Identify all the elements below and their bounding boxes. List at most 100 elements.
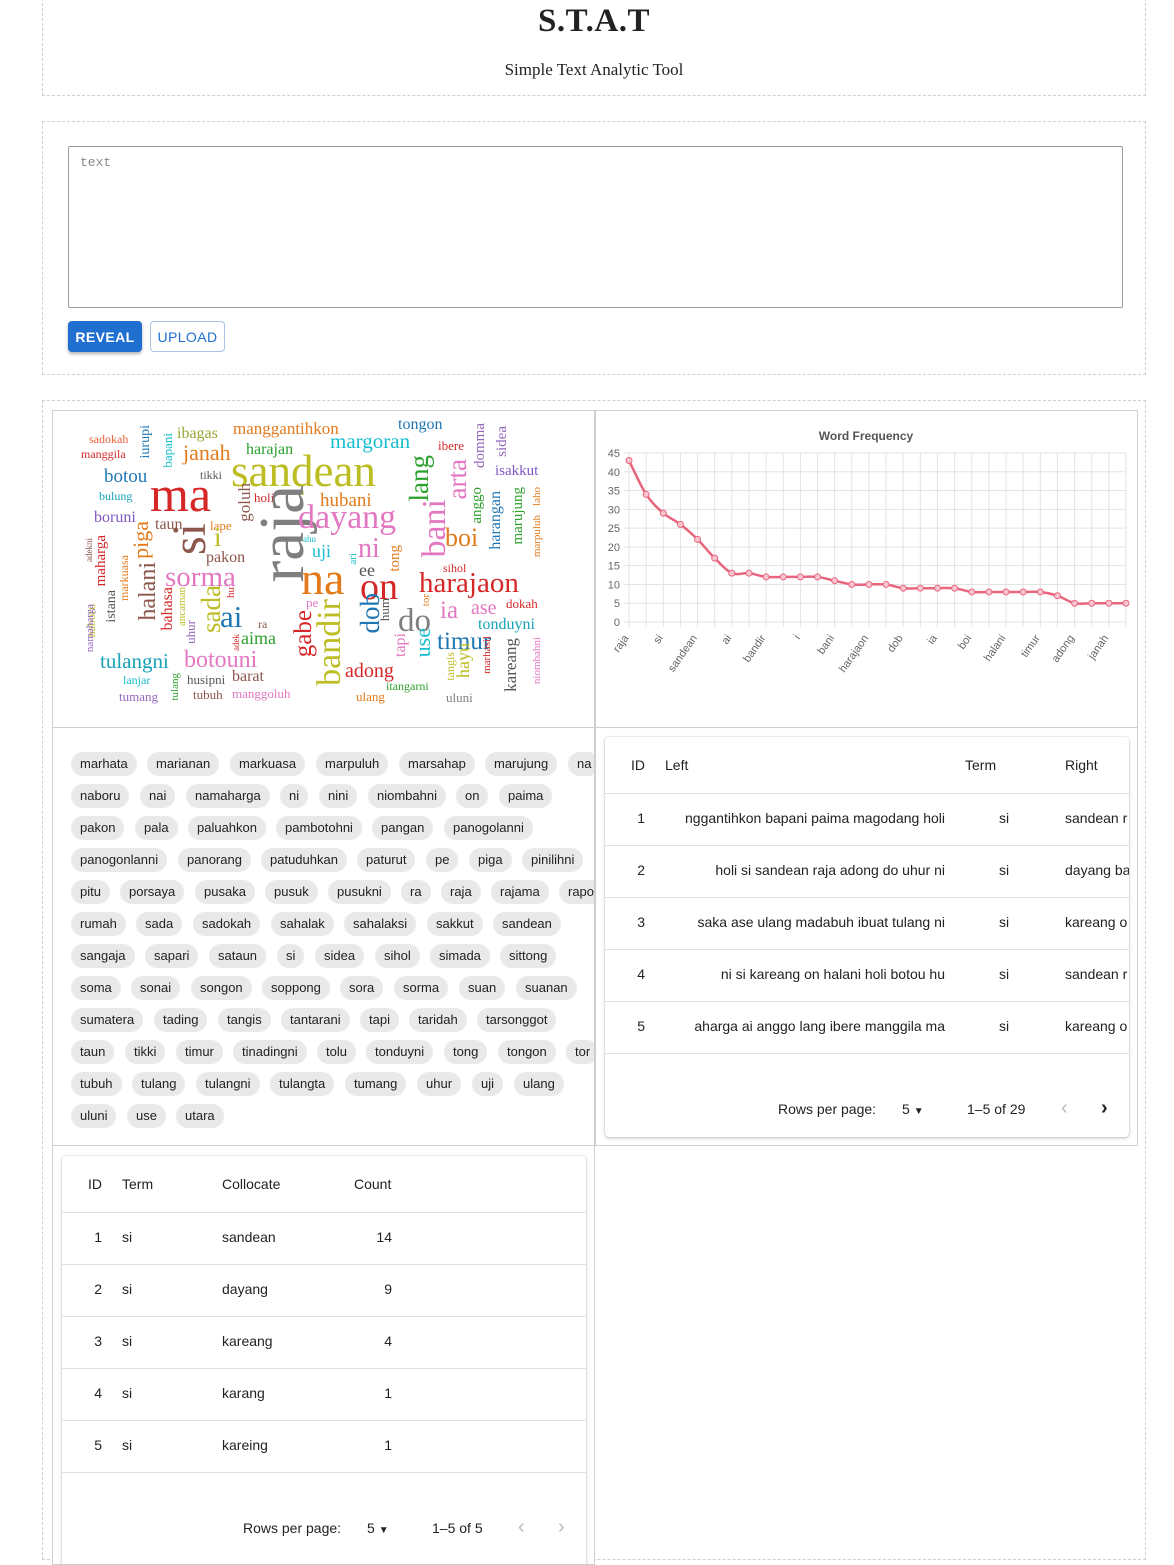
word-tag-chip[interactable]: pusukni (328, 880, 391, 904)
previous-page-icon[interactable]: ‹ (1061, 1097, 1068, 1120)
word-tag-chip[interactable]: tolu (317, 1040, 356, 1064)
word-tag-chip[interactable]: tonduyni (366, 1040, 434, 1064)
word-tag-chip[interactable]: sada (136, 912, 183, 936)
word-tag-chip[interactable]: sumatera (71, 1008, 144, 1032)
word-tag-chip[interactable]: raja (441, 880, 481, 904)
word-tag-chip[interactable]: namaharga (186, 784, 270, 808)
word-tag-chip[interactable]: pakon (71, 816, 125, 840)
word-tag-chip[interactable]: timur (176, 1040, 223, 1064)
word-tag-chip[interactable]: tulangta (270, 1072, 335, 1096)
word-tag-chip[interactable]: panogolanni (444, 816, 533, 840)
word-tag-chip[interactable]: uhur (417, 1072, 462, 1096)
column-header-collocate[interactable]: Collocate (222, 1176, 280, 1192)
word-tag-chip[interactable]: niombahni (368, 784, 446, 808)
word-tag-chip[interactable]: soma (71, 976, 121, 1000)
word-tag-chip[interactable]: tor (566, 1040, 594, 1064)
word-tag-chip[interactable]: nini (319, 784, 358, 808)
word-tag-chip[interactable]: tarsonggot (477, 1008, 557, 1032)
word-tag-chip[interactable]: songon (191, 976, 252, 1000)
word-tag-chip[interactable]: paluahkon (188, 816, 266, 840)
word-tag-chip[interactable]: si (277, 944, 305, 968)
word-tag-chip[interactable]: marianan (147, 752, 220, 776)
rows-per-page-select[interactable]: 5 ▼ (367, 1520, 389, 1536)
word-tag-chip[interactable]: sangaja (71, 944, 135, 968)
word-tag-chip[interactable]: sadokah (193, 912, 261, 936)
word-tag-chip[interactable]: taun (71, 1040, 115, 1064)
word-tag-chip[interactable]: pe (426, 848, 459, 872)
word-tag-chip[interactable]: tinadingni (233, 1040, 307, 1064)
word-tag-chip[interactable]: piga (469, 848, 512, 872)
next-page-icon[interactable]: › (1101, 1097, 1108, 1120)
word-tag-chip[interactable]: rajama (491, 880, 549, 904)
word-tag-chip[interactable]: panorang (178, 848, 251, 872)
column-header-term[interactable]: Term (122, 1176, 153, 1192)
word-tag-chip[interactable]: uluni (71, 1104, 117, 1128)
word-tag-chip[interactable]: sataun (209, 944, 267, 968)
word-tag-chip[interactable]: pusuk (265, 880, 318, 904)
word-tag-chip[interactable]: ni (280, 784, 309, 808)
word-tag-chip[interactable]: soppong (262, 976, 330, 1000)
word-tag-chip[interactable]: simada (430, 944, 490, 968)
word-tag-chip[interactable]: tong (444, 1040, 488, 1064)
word-tag-chip[interactable]: ra (401, 880, 431, 904)
word-tag-chip[interactable]: sorma (394, 976, 449, 1000)
word-tag-chip[interactable]: ulang (514, 1072, 564, 1096)
word-tag-chip[interactable]: tantarani (281, 1008, 350, 1032)
word-tag-chip[interactable]: pinilihni (522, 848, 584, 872)
word-tag-chip[interactable]: sihol (375, 944, 420, 968)
word-tag-chip[interactable]: sidea (315, 944, 365, 968)
word-tag-chip[interactable]: sandean (493, 912, 561, 936)
word-tag-chip[interactable]: pangan (372, 816, 434, 840)
word-tag-chip[interactable]: patuduhkan (261, 848, 347, 872)
text-input[interactable] (68, 146, 1123, 308)
next-page-icon[interactable]: › (558, 1516, 565, 1539)
word-tag-chip[interactable]: naboru (71, 784, 130, 808)
word-tag-chip[interactable]: sahalaksi (344, 912, 417, 936)
column-header-id[interactable]: ID (88, 1176, 102, 1192)
word-tag-chip[interactable]: porsaya (120, 880, 185, 904)
word-tag-chip[interactable]: tubuh (71, 1072, 122, 1096)
word-tag-chip[interactable]: tulang (132, 1072, 186, 1096)
word-tag-chip[interactable]: sittong (500, 944, 557, 968)
word-tag-chip[interactable]: na (568, 752, 594, 776)
upload-button[interactable]: UPLOAD (150, 321, 225, 352)
word-tag-chip[interactable]: tongon (498, 1040, 556, 1064)
word-tag-chip[interactable]: tikki (125, 1040, 166, 1064)
reveal-button[interactable]: REVEAL (68, 321, 142, 352)
word-tag-chip[interactable]: tumang (345, 1072, 407, 1096)
column-header-id[interactable]: ID (631, 757, 645, 773)
word-tag-chip[interactable]: marujung (485, 752, 558, 776)
word-tag-chip[interactable]: marhata (71, 752, 137, 776)
word-tag-chip[interactable]: rapot (559, 880, 594, 904)
word-tag-chip[interactable]: pitu (71, 880, 110, 904)
word-tag-chip[interactable]: tangis (218, 1008, 271, 1032)
word-tag-chip[interactable]: pala (135, 816, 178, 840)
word-tag-chip[interactable]: nai (140, 784, 176, 808)
word-tag-chip[interactable]: sakkut (427, 912, 483, 936)
word-tag-chip[interactable]: taridah (409, 1008, 467, 1032)
word-tag-chip[interactable]: markuasa (230, 752, 306, 776)
word-tag-chip[interactable]: sora (340, 976, 384, 1000)
previous-page-icon[interactable]: ‹ (518, 1516, 525, 1539)
word-tag-chip[interactable]: sapari (145, 944, 199, 968)
column-header-count[interactable]: Count (354, 1176, 391, 1192)
word-tag-chip[interactable]: sonai (131, 976, 181, 1000)
word-tag-chip[interactable]: suanan (516, 976, 577, 1000)
word-tag-chip[interactable]: pusaka (195, 880, 255, 904)
word-tag-chip[interactable]: use (127, 1104, 166, 1128)
word-tag-chip[interactable]: paima (499, 784, 553, 808)
word-tag-chip[interactable]: suan (459, 976, 506, 1000)
word-tag-chip[interactable]: rumah (71, 912, 126, 936)
word-tag-chip[interactable]: sahalak (271, 912, 334, 936)
word-tag-chip[interactable]: paturut (357, 848, 416, 872)
word-tag-chip[interactable]: tulangni (196, 1072, 260, 1096)
word-tag-chip[interactable]: panogonlanni (71, 848, 168, 872)
column-header-right[interactable]: Right (1065, 757, 1098, 773)
column-header-term[interactable]: Term (965, 757, 996, 773)
word-tag-chip[interactable]: on (456, 784, 489, 808)
column-header-left[interactable]: Left (665, 757, 688, 773)
word-tag-chip[interactable]: uji (472, 1072, 504, 1096)
word-tag-chip[interactable]: tading (154, 1008, 208, 1032)
word-tag-chip[interactable]: marpuluh (316, 752, 389, 776)
word-tag-chip[interactable]: marsahap (399, 752, 475, 776)
